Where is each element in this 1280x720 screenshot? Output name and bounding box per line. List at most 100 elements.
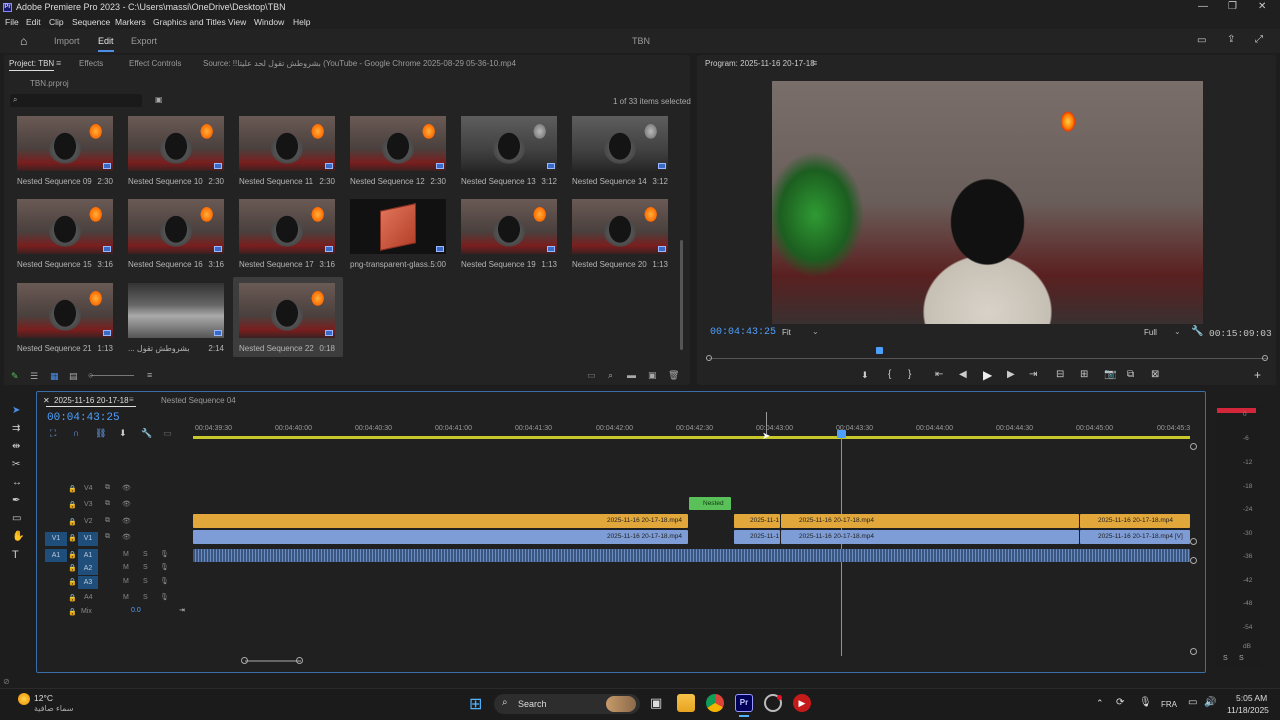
- project-item-thumbnail[interactable]: [128, 199, 224, 254]
- file-explorer-icon[interactable]: [677, 694, 695, 712]
- clock-time[interactable]: 5:05 AM: [1236, 693, 1267, 703]
- menu-window[interactable]: Window: [254, 17, 284, 27]
- project-item-thumbnail[interactable]: [17, 199, 113, 254]
- go-to-out-icon[interactable]: ⇥: [1029, 369, 1037, 380]
- weather-temp[interactable]: 12°C: [34, 693, 53, 703]
- search-input[interactable]: [10, 94, 142, 107]
- lock-icon[interactable]: 🔒: [68, 594, 77, 602]
- project-item-thumbnail[interactable]: [17, 116, 113, 171]
- nest-icon[interactable]: ⛶: [50, 428, 56, 439]
- linked-selection-icon[interactable]: ⛓: [95, 428, 106, 439]
- track-label[interactable]: V4: [84, 485, 93, 492]
- program-video-frame[interactable]: [772, 81, 1203, 324]
- sync-lock-icon[interactable]: ⧉: [105, 484, 110, 492]
- microphone-icon[interactable]: 🎙: [160, 593, 169, 601]
- camera-icon[interactable]: 📷: [1104, 369, 1116, 380]
- sync-lock-icon[interactable]: ⧉: [105, 500, 110, 508]
- track-select-tool-icon[interactable]: ⇉: [12, 423, 20, 434]
- fullscreen-icon[interactable]: ⤢: [1255, 34, 1263, 45]
- vertical-zoom-handle[interactable]: [1190, 538, 1197, 545]
- timeline-playhead-line[interactable]: [841, 438, 842, 656]
- premiere-pro-taskbar-icon[interactable]: Pr: [735, 694, 753, 712]
- timeline-timecode[interactable]: 00:04:43:25: [47, 412, 120, 424]
- mute-button[interactable]: M: [123, 551, 129, 558]
- icon-view-icon[interactable]: ▦: [50, 371, 59, 382]
- pencil-icon[interactable]: ✎: [11, 371, 19, 382]
- list-view-icon[interactable]: ☰: [30, 371, 38, 382]
- rectangle-tool-icon[interactable]: ▭: [12, 513, 21, 524]
- minimize-button[interactable]: —: [1198, 1, 1208, 12]
- extract-icon[interactable]: ⊞: [1080, 369, 1088, 380]
- fit-dropdown[interactable]: Fit: [782, 328, 791, 337]
- v2-clip[interactable]: 2025-11-16 20-17-18.mp4: [193, 514, 688, 528]
- play-button[interactable]: ▶: [983, 368, 992, 382]
- mix-value[interactable]: 0.0: [131, 607, 141, 614]
- timeline-settings-wrench-icon[interactable]: 🔧: [141, 428, 152, 439]
- project-item-thumbnail[interactable]: [239, 116, 335, 171]
- track-label[interactable]: V1: [78, 532, 98, 546]
- mute-button[interactable]: M: [123, 578, 129, 585]
- lock-icon[interactable]: 🔒: [68, 501, 77, 509]
- sequence-tab[interactable]: Nested Sequence 04: [161, 396, 236, 405]
- lock-icon[interactable]: 🔒: [68, 534, 77, 542]
- program-timecode[interactable]: 00:04:43:25: [710, 327, 776, 338]
- vr-icon[interactable]: ⊠: [1151, 369, 1159, 380]
- eye-icon[interactable]: 👁: [122, 517, 131, 525]
- tab-edit[interactable]: Edit: [98, 36, 114, 52]
- lock-icon[interactable]: 🔒: [68, 578, 77, 586]
- nested-clip[interactable]: Nested: [689, 497, 731, 510]
- workspace-icon[interactable]: ▭: [1197, 35, 1206, 46]
- step-back-icon[interactable]: ◀: [959, 369, 967, 380]
- project-item-thumbnail[interactable]: [239, 199, 335, 254]
- network-icon[interactable]: ▭: [1188, 697, 1197, 708]
- project-item-thumbnail[interactable]: [239, 283, 335, 338]
- eye-icon[interactable]: 👁: [122, 533, 131, 541]
- project-item-thumbnail[interactable]: [461, 116, 557, 171]
- lock-icon[interactable]: 🔒: [68, 564, 77, 572]
- program-scrub-bar[interactable]: [709, 358, 1267, 359]
- scroll-handle-right[interactable]: [296, 657, 303, 664]
- automate-icon[interactable]: ▭: [587, 370, 596, 381]
- zoom-slider-handle-icon[interactable]: ○: [88, 370, 93, 380]
- sync-lock-icon[interactable]: ⧉: [105, 517, 110, 525]
- ripple-edit-tool-icon[interactable]: ⇹: [12, 441, 20, 452]
- lock-icon[interactable]: 🔒: [68, 608, 77, 616]
- solo-left-button[interactable]: S: [1223, 655, 1228, 662]
- vertical-zoom-handle[interactable]: [1190, 648, 1197, 655]
- track-label[interactable]: A3: [78, 576, 98, 589]
- add-button-icon[interactable]: +: [1254, 368, 1261, 382]
- project-item-thumbnail[interactable]: [128, 116, 224, 171]
- add-marker-timeline-icon[interactable]: ⬇: [119, 428, 127, 439]
- project-item-thumbnail[interactable]: [572, 199, 668, 254]
- zoom-handle-left[interactable]: [706, 355, 712, 361]
- home-icon[interactable]: ⌂: [20, 34, 27, 48]
- comparison-view-icon[interactable]: ⧉: [1127, 369, 1134, 380]
- v1-clip[interactable]: 2025-11-16 20-17-18.mp4: [193, 530, 688, 544]
- windows-start-icon[interactable]: ⊞: [469, 694, 482, 714]
- lock-icon[interactable]: 🔒: [68, 485, 77, 493]
- program-menu-icon[interactable]: ≡: [812, 58, 817, 68]
- share-icon[interactable]: ⇪: [1227, 34, 1235, 45]
- sort-icon[interactable]: ≡: [147, 370, 152, 380]
- program-playhead[interactable]: [876, 347, 883, 354]
- solo-button[interactable]: S: [143, 594, 148, 601]
- trash-icon[interactable]: 🗑: [668, 370, 679, 381]
- lock-icon[interactable]: 🔒: [68, 518, 77, 526]
- track-label[interactable]: A1: [78, 549, 98, 562]
- menu-help[interactable]: Help: [293, 17, 310, 27]
- sync-lock-icon[interactable]: ⧉: [105, 533, 110, 541]
- slip-tool-icon[interactable]: ↔: [12, 477, 22, 488]
- go-to-in-icon[interactable]: ⇤: [935, 369, 943, 380]
- maximize-button[interactable]: ❐: [1228, 1, 1237, 12]
- menu-clip[interactable]: Clip: [49, 17, 64, 27]
- timeline-playhead-handle[interactable]: [837, 430, 846, 438]
- project-item-thumbnail[interactable]: [350, 116, 446, 171]
- task-view-icon[interactable]: ▣: [650, 695, 662, 711]
- clock-date[interactable]: 11/18/2025: [1227, 705, 1269, 715]
- menu-sequence[interactable]: Sequence: [72, 17, 110, 27]
- find-icon[interactable]: ⌕: [608, 370, 613, 381]
- lift-icon[interactable]: ⊟: [1056, 369, 1064, 380]
- wrench-icon[interactable]: 🔧: [1191, 326, 1203, 337]
- project-item-thumbnail[interactable]: [17, 283, 113, 338]
- panel-menu-icon[interactable]: ≡: [56, 58, 61, 68]
